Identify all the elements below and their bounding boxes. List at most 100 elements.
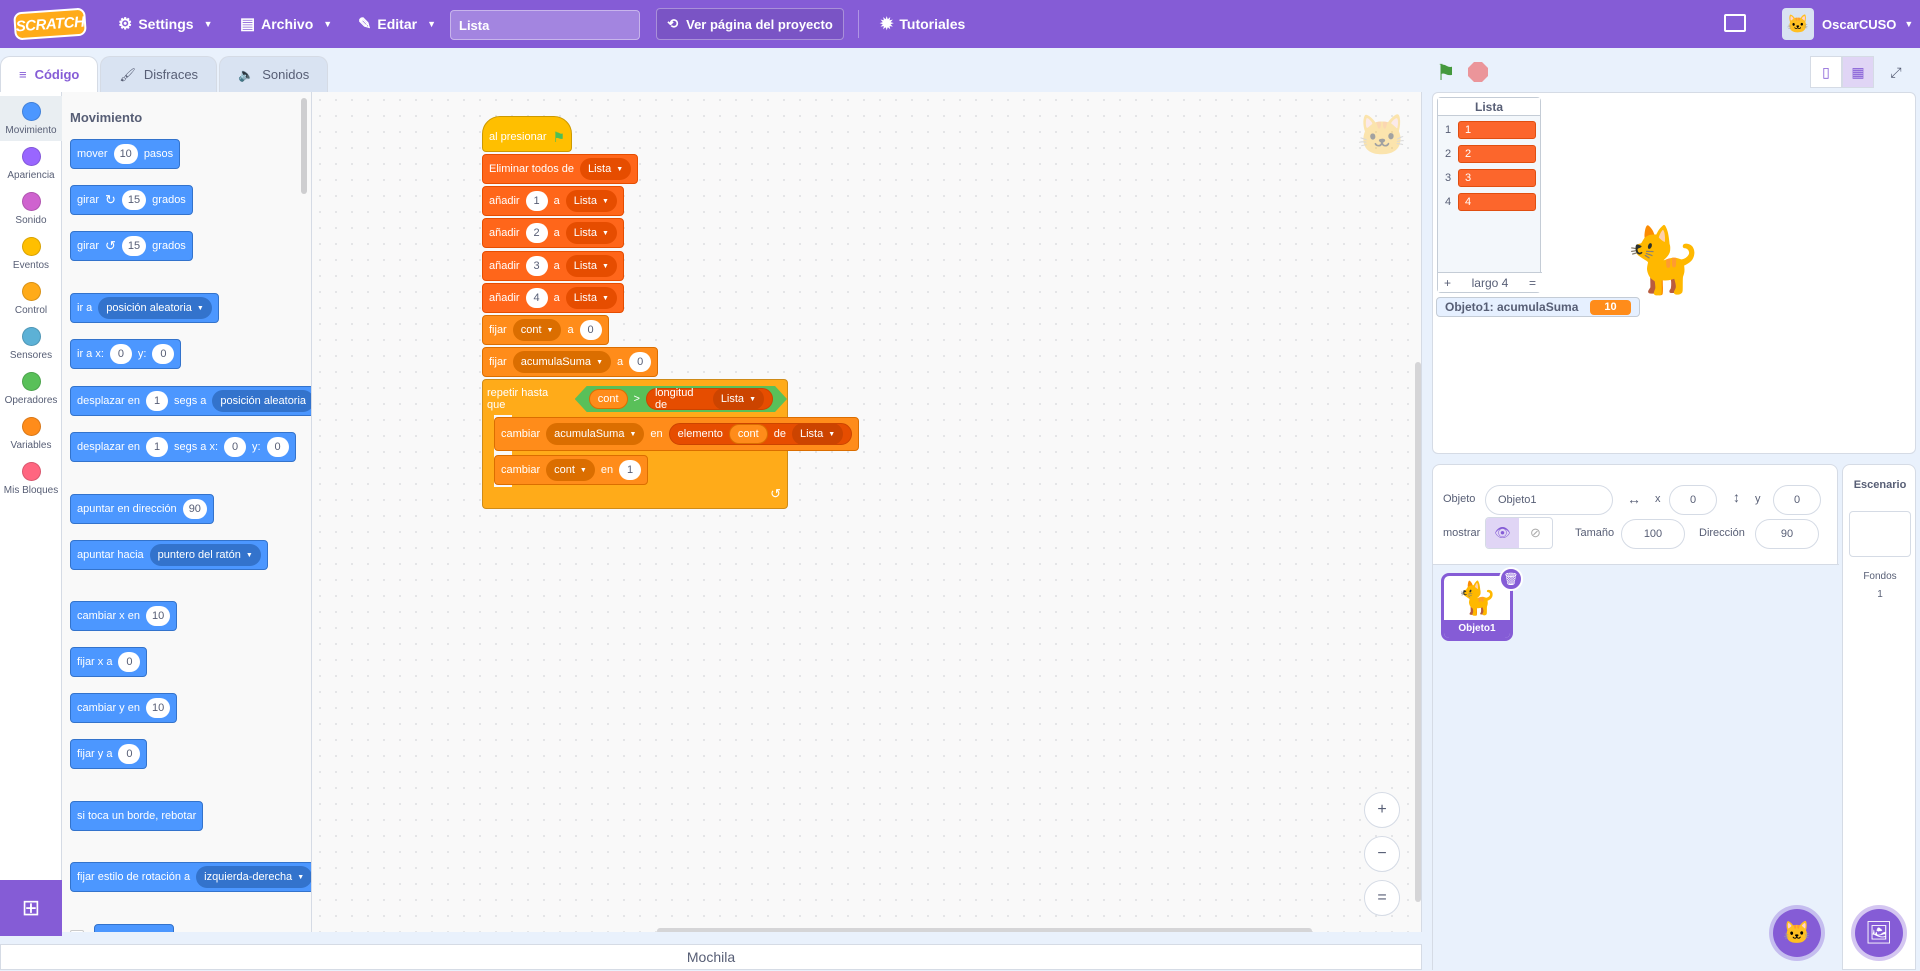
block-input[interactable]: 0 (266, 437, 289, 457)
block-dropdown[interactable]: Lista ▼ (565, 222, 617, 244)
hide-button[interactable]: ⊘ (1519, 518, 1552, 548)
horizontal-scrollbar[interactable] (657, 928, 1312, 932)
block-dropdown[interactable]: acumulaSuma ▼ (512, 351, 611, 373)
variable-reporter[interactable]: cont (728, 424, 768, 444)
category-apariencia[interactable]: Apariencia (0, 141, 62, 186)
category-eventos[interactable]: Eventos (0, 231, 62, 276)
block-set-x[interactable]: fijar x a 0 (70, 647, 148, 677)
block-when-flag-clicked[interactable]: al presionar ⚑ (482, 116, 573, 152)
block-input[interactable]: 4 (525, 288, 548, 308)
block-delete-all[interactable]: Eliminar todos de Lista ▼ (482, 154, 639, 184)
block-point-towards[interactable]: apuntar hacia puntero del ratón ▼ (70, 540, 268, 570)
my-stuff-folder-icon[interactable] (1724, 14, 1746, 32)
block-input[interactable]: 1 (525, 191, 548, 211)
block-set-y[interactable]: fijar y a 0 (70, 739, 148, 769)
project-title-input[interactable]: Lista (450, 10, 640, 40)
block-goto-xy[interactable]: ir a x: 0 y: 0 (70, 339, 182, 369)
x-input[interactable]: 0 (1669, 485, 1717, 515)
tab-code[interactable]: ≡ Código (0, 56, 99, 92)
block-add-to-list[interactable]: añadir 1 a Lista ▼ (482, 186, 624, 216)
tab-sounds[interactable]: 🔈 Sonidos (219, 56, 329, 92)
block-goto[interactable]: ir a posición aleatoria ▼ (70, 293, 219, 323)
variable-reporter[interactable]: cont (589, 389, 628, 409)
account-menu[interactable]: 🐱 OscarCUSO ▼ (1782, 0, 1913, 48)
category-control[interactable]: Control (0, 276, 62, 321)
block-set-variable[interactable]: fijar cont ▼ a 0 (482, 315, 609, 345)
block-dropdown[interactable]: posición aleatoria (212, 390, 311, 412)
block-dropdown[interactable]: Lista ▼ (791, 423, 844, 445)
sprite-name-input[interactable]: Objeto1 (1485, 485, 1613, 515)
block-change-variable[interactable]: cambiar cont ▼ en 1 (494, 455, 649, 485)
vertical-scrollbar[interactable] (1415, 362, 1421, 902)
block-turn-right[interactable]: girar ↻ 15 grados (70, 185, 193, 215)
list-cell[interactable]: 4 (1458, 193, 1536, 211)
block-input[interactable]: 0 (118, 744, 141, 764)
block-input[interactable]: 3 (525, 256, 548, 276)
normal-stage-button[interactable]: ▦ (1842, 56, 1874, 88)
block-input[interactable]: 1 (619, 460, 642, 480)
greater-than-operator[interactable]: cont > longitud de Lista ▼ (575, 386, 787, 412)
direction-input[interactable]: 90 (1755, 519, 1819, 549)
zoom-reset-button[interactable]: = (1364, 880, 1400, 916)
cat-sprite[interactable]: 🐈 (1623, 223, 1703, 298)
block-glide-xy[interactable]: desplazar en 1 segs a x: 0 y: 0 (70, 432, 296, 462)
block-point-direction[interactable]: apuntar en dirección 90 (70, 494, 214, 524)
block-dropdown[interactable]: Lista ▼ (580, 158, 632, 180)
list-cell[interactable]: 1 (1458, 121, 1536, 139)
show-button[interactable]: 👁 (1486, 518, 1519, 548)
block-bounce[interactable]: si toca un borde, rebotar (70, 801, 204, 831)
block-turn-left[interactable]: girar ↺ 15 grados (70, 231, 193, 261)
see-project-button[interactable]: ⟲ Ver página del proyecto (656, 8, 844, 40)
block-add-to-list[interactable]: añadir 3 a Lista ▼ (482, 251, 624, 281)
block-dropdown[interactable]: puntero del ratón ▼ (149, 544, 261, 566)
block-input[interactable]: 1 (146, 437, 168, 457)
stage[interactable]: Lista 11 22 33 44 + largo 4 = Objeto1: a… (1432, 92, 1916, 454)
block-rotation-style[interactable]: fijar estilo de rotación a izquierda-dere… (70, 862, 311, 892)
block-change-y[interactable]: cambiar y en 10 (70, 693, 178, 723)
list-monitor[interactable]: Lista 11 22 33 44 + largo 4 = (1437, 97, 1542, 293)
size-input[interactable]: 100 (1621, 519, 1685, 549)
y-input[interactable]: 0 (1773, 485, 1821, 515)
block-dropdown[interactable]: cont ▼ (546, 459, 595, 481)
list-item-reporter[interactable]: elemento cont de Lista ▼ (668, 423, 853, 445)
tutorials-button[interactable]: ✹ Tutoriales (872, 0, 973, 48)
choose-sprite-button[interactable]: 🐱 (1773, 909, 1821, 957)
palette-scrollbar[interactable] (301, 98, 307, 194)
variable-monitor[interactable]: Objeto1: acumulaSuma 10 (1436, 297, 1640, 317)
scratch-logo[interactable]: SCRATCH (13, 7, 87, 41)
script-area[interactable]: 🐱 al presionar ⚑ Eliminar todos de Lista ▼… (312, 92, 1422, 932)
block-dropdown[interactable]: Lista ▼ (565, 190, 617, 212)
block-input[interactable]: 15 (121, 190, 147, 210)
tab-costumes[interactable]: 🖌 Disfraces (100, 56, 218, 92)
stage-selector[interactable]: Escenario Fondos 1 🖼 (1842, 464, 1916, 970)
block-partial[interactable] (94, 924, 174, 932)
stop-icon[interactable] (1468, 62, 1488, 82)
block-input[interactable]: 1 (146, 391, 168, 411)
file-menu[interactable]: ▤ Archivo ▼ (232, 0, 340, 48)
block-change-variable[interactable]: cambiar acumulaSuma ▼ en elemento cont de Lista… (494, 417, 860, 451)
category-sensores[interactable]: Sensores (0, 321, 62, 366)
block-input[interactable]: 0 (118, 652, 141, 672)
block-change-x[interactable]: cambiar x en 10 (70, 601, 178, 631)
block-input[interactable]: 10 (145, 698, 171, 718)
edit-menu[interactable]: ✎ Editar ▼ (350, 0, 444, 48)
category-mis-bloques[interactable]: Mis Bloques (0, 456, 62, 501)
zoom-in-button[interactable]: + (1364, 792, 1400, 828)
choose-backdrop-button[interactable]: 🖼 (1855, 909, 1903, 957)
fullscreen-button[interactable]: ⤢ (1880, 56, 1912, 88)
block-dropdown[interactable]: cont ▼ (512, 319, 562, 341)
block-add-to-list[interactable]: añadir 2 a Lista ▼ (482, 218, 624, 248)
block-input[interactable]: 0 (109, 344, 132, 364)
block-input[interactable]: 2 (525, 223, 548, 243)
resize-handle[interactable]: = (1529, 276, 1536, 290)
block-input[interactable]: 10 (113, 144, 138, 164)
list-cell[interactable]: 3 (1458, 169, 1536, 187)
block-move[interactable]: mover 10 pasos (70, 139, 181, 169)
list-cell[interactable]: 2 (1458, 145, 1536, 163)
add-extension-button[interactable]: ⊞ (0, 880, 62, 936)
block-input[interactable]: 15 (121, 236, 147, 256)
category-movimiento[interactable]: Movimiento (0, 96, 62, 141)
block-dropdown[interactable]: posición aleatoria ▼ (98, 297, 212, 319)
delete-sprite-button[interactable]: 🗑 (1499, 567, 1523, 591)
block-dropdown[interactable]: acumulaSuma ▼ (546, 423, 645, 445)
